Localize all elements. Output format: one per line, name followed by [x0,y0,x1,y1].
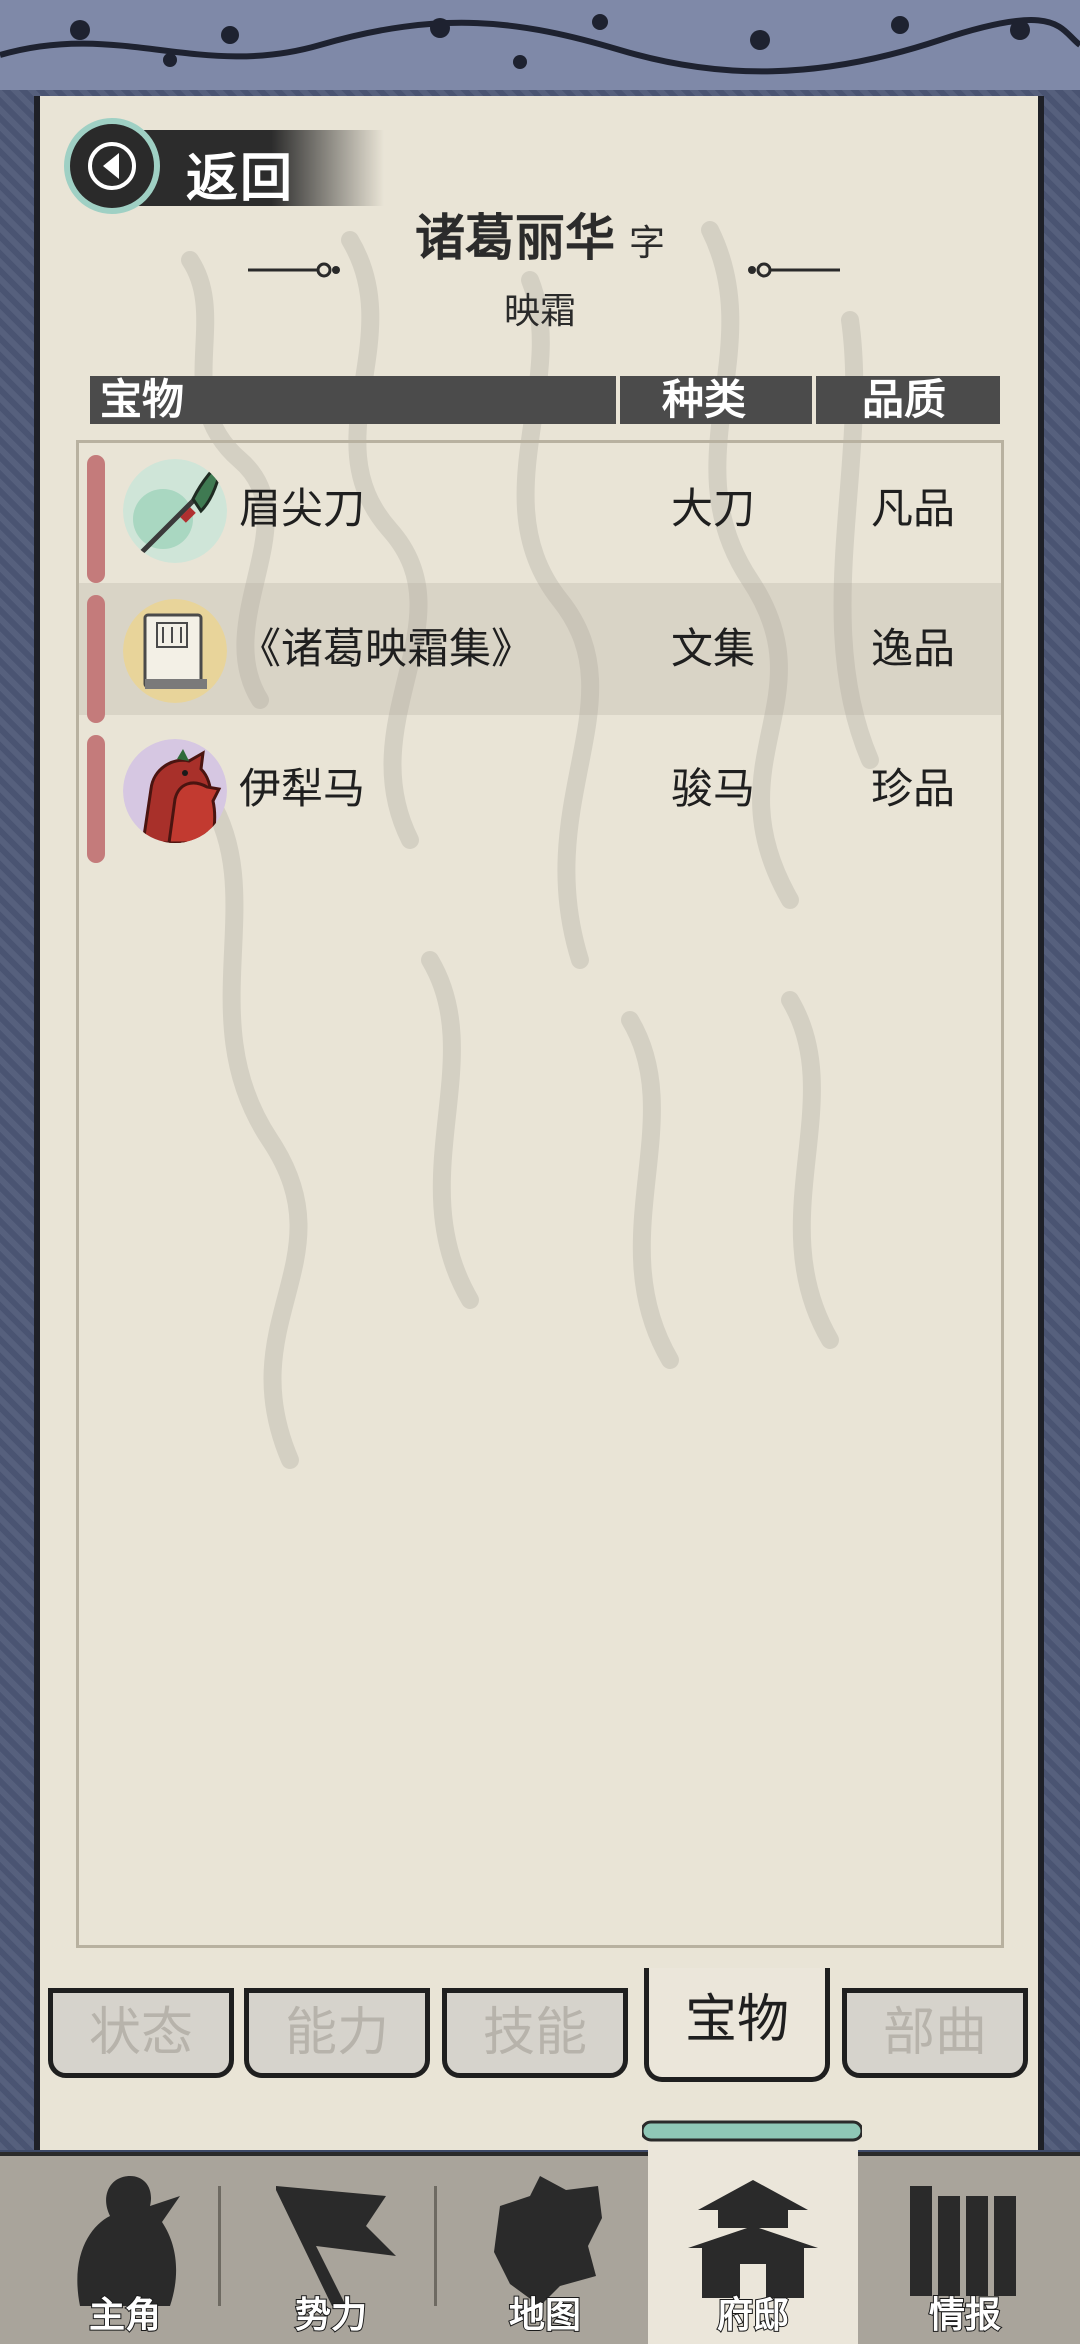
nav-label: 情报 [928,2294,1002,2337]
nav-divider [218,2186,221,2306]
character-name-line: 诸葛丽华字 [0,198,1080,270]
item-quality: 凡品 [871,484,956,533]
nav-faction[interactable]: 势力 [226,2156,436,2344]
zi-label: 字 [628,223,665,264]
floral-pattern-icon [0,14,1080,75]
treasure-list: 眉尖刀 大刀 凡品 《诸葛映霜集》 文集 逸品 伊犁马 骏马 珍品 [76,440,1004,1948]
nav-map[interactable]: 地图 [440,2156,650,2344]
tab-treasure[interactable]: 宝物 [644,1968,830,2082]
item-name: 伊犁马 [239,764,366,813]
right-ornament-icon [748,262,840,278]
column-header-item: 宝物 [100,375,185,424]
tab-skill[interactable]: 技能 [442,1988,628,2078]
scroll-rod-icon [642,2120,862,2142]
item-name: 《诸葛映霜集》 [239,624,534,673]
left-ornament-icon [248,262,340,278]
nav-label: 地图 [508,2294,582,2337]
horse-icon [123,739,227,843]
header-divider [812,376,816,424]
flag-icon [276,2186,396,2306]
table-header: 宝物 种类 品质 [90,376,1000,424]
top-decorative-band [0,0,1080,96]
table-row[interactable]: 《诸葛映霜集》 文集 逸品 [79,583,1001,723]
tab-retinue[interactable]: 部曲 [842,1988,1028,2078]
nav-intelligence[interactable]: 情报 [860,2156,1070,2344]
item-type: 骏马 [671,764,756,813]
tab-ability[interactable]: 能力 [244,1988,430,2078]
item-quality: 逸品 [871,624,956,673]
item-type: 大刀 [671,484,756,533]
glaive-icon [123,459,227,563]
item-name: 眉尖刀 [239,484,366,533]
character-name: 诸葛丽华 [414,209,615,267]
table-row[interactable]: 眉尖刀 大刀 凡品 [79,443,1001,583]
scroll-icon [910,2186,1016,2296]
table-row[interactable]: 伊犁马 骏马 珍品 [79,723,1001,863]
bottom-navigation: 主角 势力 地图 府邸 情报 [0,2120,1080,2344]
book-icon [123,599,227,703]
nav-protagonist[interactable]: 主角 [20,2156,230,2344]
item-quality: 珍品 [871,764,956,813]
map-icon [494,2176,602,2306]
item-type: 文集 [671,624,756,673]
warrior-icon [77,2176,180,2306]
profile-tabs: 状态 能力 技能 宝物 部曲 [48,1968,1038,2090]
nav-label: 主角 [88,2294,162,2337]
nav-divider [434,2186,437,2306]
column-header-type: 种类 [662,375,747,424]
column-header-quality: 品质 [862,375,947,424]
rarity-bar [87,735,105,863]
rarity-bar [87,595,105,723]
header-divider [616,376,620,424]
nav-label: 府邸 [716,2294,790,2337]
tab-status[interactable]: 状态 [48,1988,234,2078]
rarity-bar [87,455,105,583]
nav-label: 势力 [294,2294,368,2337]
character-style-name: 映霜 [503,291,576,332]
nav-mansion[interactable]: 府邸 [642,2120,862,2344]
